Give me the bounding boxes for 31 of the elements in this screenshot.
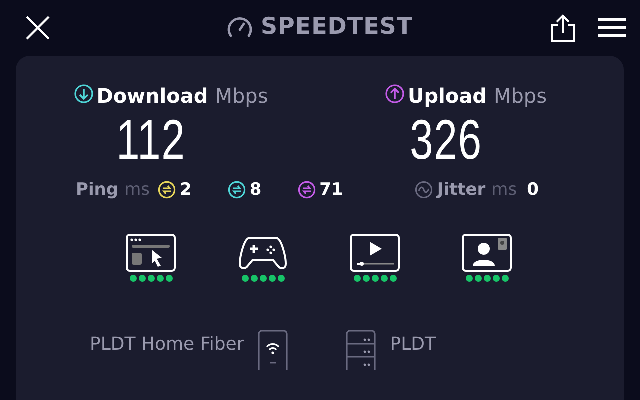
gauge-icon [226, 16, 253, 38]
ping-value: 8 [250, 180, 262, 200]
jitter-icon [415, 181, 434, 199]
unit-label: Mbps [494, 84, 548, 108]
video-player-icon [350, 234, 400, 272]
result-label: Download [96, 84, 208, 108]
latency-icon [228, 181, 246, 199]
result-label: Upload [408, 84, 487, 108]
unit-label: ms [124, 180, 150, 200]
app-title: SPEEDTEST [260, 14, 414, 40]
browser-icon [126, 234, 176, 272]
server-icon [346, 330, 376, 370]
video-call-icon [462, 234, 512, 272]
share-icon[interactable] [550, 14, 576, 42]
jitter-label: Jitter [437, 180, 486, 200]
provider-name: PLDT Home Fiber [90, 334, 244, 355]
phone-wifi-icon [258, 330, 288, 370]
ping-label: Ping [76, 180, 119, 200]
unit-label: Mbps [215, 84, 268, 108]
speed-value: 112 [116, 108, 186, 172]
latency-icon [298, 181, 316, 199]
gamepad-icon [238, 234, 288, 272]
unit-label: ms [492, 180, 518, 200]
server-name: PLDT [390, 334, 436, 355]
jitter-value: 0 [527, 180, 539, 200]
latency-icon [158, 181, 176, 199]
ping-value: 2 [180, 180, 192, 200]
speed-value: 326 [410, 108, 482, 172]
close-icon[interactable] [25, 15, 51, 41]
ping-value: 71 [320, 180, 344, 200]
menu-icon[interactable] [598, 17, 626, 39]
